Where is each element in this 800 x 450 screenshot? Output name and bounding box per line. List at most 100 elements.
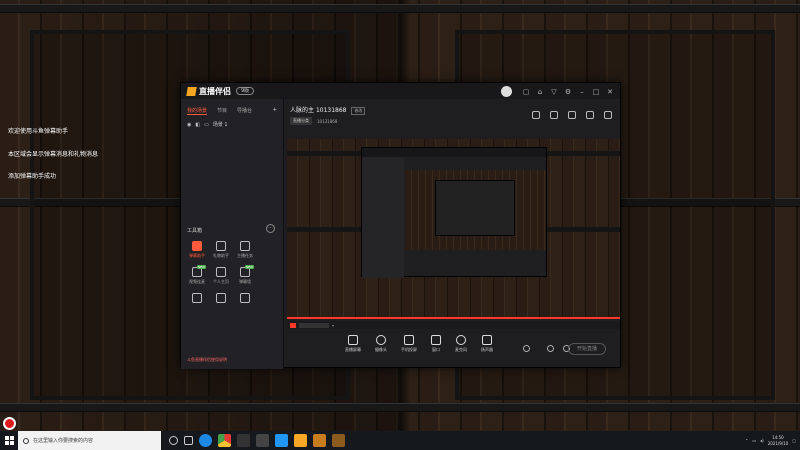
folder-icon[interactable] <box>294 434 307 447</box>
send-icon[interactable] <box>290 322 296 328</box>
stream-preview[interactable] <box>287 139 620 319</box>
gift-icon[interactable] <box>532 111 540 119</box>
gift-icon[interactable]: ▽ <box>550 88 558 96</box>
category-chip[interactable]: 直播分类 <box>290 117 312 125</box>
desktop-notification-3: 添加弹幕助手成功 <box>8 173 57 180</box>
tool-danmu-wall[interactable]: NEW 弹幕墙 <box>233 265 257 285</box>
player-icon[interactable] <box>275 434 288 447</box>
tab-my-scenes[interactable]: 我的场景 <box>187 107 208 115</box>
tool-icon <box>264 267 274 277</box>
speaker-button[interactable]: 扬声器 <box>481 335 493 353</box>
start-button[interactable] <box>0 431 18 450</box>
network-icon[interactable]: ▭ <box>752 438 756 443</box>
edit-room-button[interactable]: 修改 <box>351 107 366 115</box>
camera-button[interactable]: 摄像头 <box>375 335 387 353</box>
bell-icon[interactable] <box>586 111 594 119</box>
tab-programs[interactable]: 节目 <box>217 107 227 115</box>
chevron-up-icon[interactable]: ⌃ <box>745 438 748 443</box>
hand-icon[interactable] <box>523 345 530 352</box>
tab-director[interactable]: 导播台 <box>237 107 252 115</box>
toolbox-title: 工具箱 <box>187 228 203 234</box>
room-name: 人脉的主 <box>290 107 315 114</box>
tool-label: 主播任务 <box>237 253 253 258</box>
cursor-app-icon[interactable] <box>256 434 269 447</box>
sidebar: 我的场景 节目 导播台 + ◉ ◧ ▭ 场景 1 工具箱 ··· 弹幕助手 礼物… <box>181 99 284 369</box>
tool-gift-assistant[interactable]: 礼物助手 <box>209 241 233 259</box>
edge-icon[interactable] <box>199 434 212 447</box>
taskbar: 在这里输入你要搜索的内容 ⌃ ▭ ◂) 14:50 2021/9/10 ▢ <box>0 431 800 450</box>
volume-icon[interactable]: ◂) <box>760 438 764 443</box>
tool-slot-8[interactable] <box>257 267 281 285</box>
settings-icon[interactable]: ⚙ <box>564 88 572 96</box>
start-live-button[interactable]: 开始直播 <box>568 343 606 355</box>
camera-icon <box>376 335 386 345</box>
clock-date: 2021/9/10 <box>767 440 789 446</box>
new-badge: NEW <box>196 265 206 269</box>
danmu-input-row: ▾ <box>287 321 620 329</box>
toolbox-more-button[interactable]: ··· <box>266 224 275 233</box>
search-icon <box>23 437 29 444</box>
task-view-icon[interactable] <box>169 436 178 445</box>
video-link-icon: NEW <box>192 265 206 277</box>
shirt-icon[interactable]: ⌂ <box>536 88 544 96</box>
record-indicator-icon[interactable] <box>3 417 16 430</box>
door-band-top <box>0 4 800 13</box>
titlebar: 直播伴侣 9版 ▢ ⌂ ▽ ⚙ – □ ✕ <box>181 83 620 99</box>
taskbar-search[interactable]: 在这里输入你要搜索的内容 <box>18 431 161 450</box>
tool-slot-12[interactable] <box>257 293 281 305</box>
room-id: 10131868 <box>315 107 347 114</box>
tool-home-page[interactable]: 个人主页 <box>209 267 233 285</box>
microphone-icon <box>456 335 466 345</box>
tool-slot-10[interactable] <box>209 293 233 305</box>
sidebar-tabs: 我的场景 节目 导播台 + <box>181 99 283 119</box>
tool-slot-11[interactable] <box>233 293 257 305</box>
window-capture-button[interactable]: 窗口 <box>431 335 441 353</box>
scene-type-icon: ▭ <box>204 121 209 128</box>
taskbar-app-icon[interactable] <box>332 434 345 447</box>
control-label: 直播屏幕 <box>345 347 361 352</box>
control-label: 扬声器 <box>481 347 493 352</box>
calendar-icon[interactable] <box>550 111 558 119</box>
task-icon <box>240 241 250 251</box>
version-pill[interactable]: 9版 <box>236 87 255 95</box>
tool-slot-9[interactable] <box>185 293 209 305</box>
phone-icon <box>404 335 414 345</box>
streaming-app-icon[interactable] <box>313 434 326 447</box>
clock[interactable]: 14:50 2021/9/10 <box>768 435 789 447</box>
minimize-icon[interactable]: – <box>578 88 586 96</box>
screen-capture-button[interactable]: 直播屏幕 <box>345 335 361 353</box>
desktop-notification-1: 欢迎使用斗鱼弹幕助手 <box>8 128 69 135</box>
game-icon[interactable] <box>237 434 250 447</box>
door-band-bottom <box>0 403 800 412</box>
list-icon[interactable] <box>568 111 576 119</box>
tool-label: 视频连麦 <box>189 279 205 284</box>
message-icon[interactable]: ▢ <box>522 88 530 96</box>
inner-preview <box>405 170 546 250</box>
app-logo: 直播伴侣 <box>186 86 231 97</box>
notification-icon[interactable]: ▢ <box>792 438 796 443</box>
add-scene-button[interactable]: + <box>273 107 277 115</box>
chrome-icon[interactable] <box>218 434 231 447</box>
microphone-button[interactable]: 麦克风 <box>455 335 467 353</box>
lock-icon[interactable]: ◧ <box>195 122 200 128</box>
share-icon[interactable] <box>604 111 612 119</box>
list-icon <box>240 293 250 303</box>
toolbox-grid: 弹幕助手 礼物助手 主播任务 NEW 视频连麦 个人主页 NEW 弹幕墙 <box>185 241 281 305</box>
maximize-icon[interactable]: □ <box>592 88 600 96</box>
tool-anchor-task[interactable]: 主播任务 <box>233 241 257 259</box>
eye-icon[interactable] <box>547 345 554 352</box>
tool-danmu-assistant[interactable]: 弹幕助手 <box>185 241 209 259</box>
eye-icon[interactable]: ◉ <box>187 122 191 128</box>
avatar[interactable] <box>501 86 512 97</box>
taskbar-apps <box>169 434 345 447</box>
tool-icon <box>264 241 274 251</box>
danmu-input[interactable] <box>299 322 329 328</box>
scene-item[interactable]: ◉ ◧ ▭ 场景 1 <box>181 119 283 130</box>
tool-slot-4[interactable] <box>257 241 281 259</box>
phone-cast-button[interactable]: 手机投屏 <box>401 335 417 353</box>
sidebar-footer-link[interactable]: 斗鱼直播伴侣使用说明 <box>187 357 227 363</box>
dropdown-icon[interactable]: ▾ <box>332 323 334 328</box>
tool-video-link[interactable]: NEW 视频连麦 <box>185 265 209 285</box>
close-icon[interactable]: ✕ <box>606 88 614 96</box>
widgets-icon[interactable] <box>184 436 193 445</box>
